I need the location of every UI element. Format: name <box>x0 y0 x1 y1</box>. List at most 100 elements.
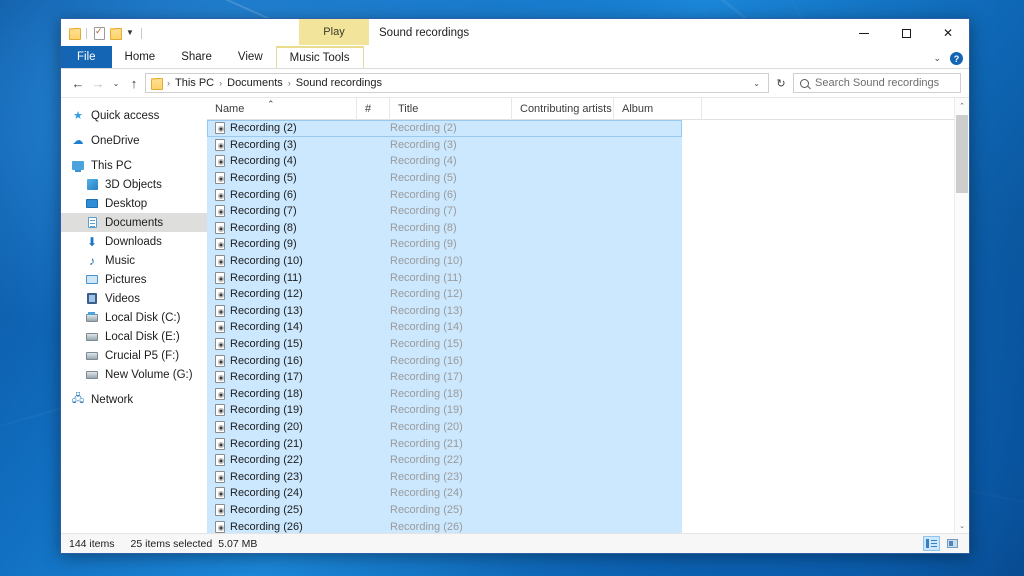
sidebar-item-this-pc[interactable]: This PC <box>61 156 207 175</box>
table-row[interactable]: Recording (9) Recording (9) <box>207 236 954 253</box>
sidebar-item-desktop[interactable]: Desktop <box>61 194 207 213</box>
table-row[interactable]: Recording (11) Recording (11) <box>207 269 954 286</box>
table-row[interactable]: Recording (18) Recording (18) <box>207 385 954 403</box>
tab-file[interactable]: File <box>61 46 112 68</box>
sidebar-item-3d-objects[interactable]: 3D Objects <box>61 175 207 194</box>
table-row[interactable]: Recording (17) Recording (17) <box>207 368 954 386</box>
table-row[interactable]: Recording (14) Recording (14) <box>207 319 954 336</box>
breadcrumb-documents[interactable]: Documents <box>227 77 283 89</box>
audio-file-icon <box>215 221 225 234</box>
chevron-down-icon[interactable]: ⌄ <box>933 53 941 64</box>
new-folder-icon[interactable] <box>109 27 122 40</box>
scrollbar-track[interactable] <box>955 113 969 518</box>
search-input[interactable]: Search Sound recordings <box>793 73 961 93</box>
documents-icon <box>85 217 99 228</box>
table-row[interactable]: Recording (10) Recording (10) <box>207 252 954 270</box>
audio-file-icon <box>215 520 225 533</box>
table-row[interactable]: Recording (4) Recording (4) <box>207 153 954 170</box>
tab-view[interactable]: View <box>225 46 276 68</box>
close-button[interactable]: ✕ <box>927 19 969 47</box>
table-row[interactable]: Recording (8) Recording (8) <box>207 219 954 237</box>
table-row[interactable]: Recording (23) Recording (23) <box>207 468 954 486</box>
folder-icon[interactable] <box>68 27 81 40</box>
breadcrumb-sound-recordings[interactable]: Sound recordings <box>296 77 382 89</box>
sidebar-item-videos[interactable]: Videos <box>61 289 207 308</box>
table-row[interactable]: Recording (2) Recording (2) <box>207 120 954 137</box>
table-row[interactable]: Recording (15) Recording (15) <box>207 335 954 353</box>
large-icons-view-button[interactable] <box>944 536 961 551</box>
column-header-title[interactable]: Title <box>390 97 512 120</box>
tab-home[interactable]: Home <box>112 46 169 68</box>
file-name-label: Recording (9) <box>230 238 297 251</box>
chevron-down-icon[interactable]: ⌄ <box>749 79 764 88</box>
cell-name: Recording (19) <box>207 404 357 417</box>
title-bar[interactable]: ▼ Play Sound recordings ✕ <box>61 19 969 47</box>
sidebar-item-quick-access[interactable]: ★ Quick access <box>61 106 207 125</box>
cell-title: Recording (12) <box>390 288 463 301</box>
tab-music-tools[interactable]: Music Tools <box>275 46 364 68</box>
file-name-label: Recording (15) <box>230 338 303 351</box>
column-header-track-number[interactable]: # <box>357 97 390 120</box>
sidebar-item-local-disk-e[interactable]: Local Disk (E:) <box>61 327 207 346</box>
scroll-up-button[interactable]: ⌃ <box>955 98 969 113</box>
column-header-name[interactable]: Name ⌃ <box>207 97 357 120</box>
table-row[interactable]: Recording (26) Recording (26) <box>207 518 954 533</box>
breadcrumb-separator[interactable]: › <box>217 78 224 88</box>
sidebar-item-local-disk-c[interactable]: Local Disk (C:) <box>61 308 207 327</box>
sidebar-item-label: This PC <box>91 159 132 172</box>
cell-name: Recording (22) <box>207 454 357 467</box>
table-row[interactable]: Recording (7) Recording (7) <box>207 202 954 220</box>
table-row[interactable]: Recording (24) Recording (24) <box>207 485 954 502</box>
maximize-button[interactable] <box>885 19 927 47</box>
sidebar-item-music[interactable]: ♪ Music <box>61 251 207 270</box>
disk-icon <box>85 332 99 341</box>
audio-file-icon <box>215 387 225 400</box>
scrollbar-thumb[interactable] <box>956 115 968 193</box>
file-name-label: Recording (6) <box>230 188 297 201</box>
file-name-label: Recording (16) <box>230 354 303 367</box>
breadcrumb-this-pc[interactable]: This PC <box>175 77 214 89</box>
refresh-icon[interactable]: ↻ <box>771 73 791 93</box>
file-name-label: Recording (18) <box>230 387 303 400</box>
address-bar[interactable]: › This PC › Documents › Sound recordings… <box>145 73 769 93</box>
table-row[interactable]: Recording (13) Recording (13) <box>207 302 954 320</box>
file-name-label: Recording (20) <box>230 420 303 433</box>
audio-file-icon <box>215 437 225 450</box>
cell-title: Recording (14) <box>390 321 463 334</box>
scroll-down-button[interactable]: ⌄ <box>955 518 969 533</box>
vertical-scrollbar[interactable]: ⌃ ⌄ <box>954 98 969 533</box>
table-row[interactable]: Recording (21) Recording (21) <box>207 435 954 452</box>
sidebar-item-crucial-p5-f[interactable]: Crucial P5 (F:) <box>61 346 207 365</box>
customize-chevron-icon[interactable]: ▼ <box>125 29 135 37</box>
breadcrumb-separator[interactable]: › <box>286 78 293 88</box>
forward-arrow-icon[interactable]: → <box>89 73 107 93</box>
table-row[interactable]: Recording (6) Recording (6) <box>207 186 954 203</box>
details-view-button[interactable] <box>923 536 940 551</box>
table-row[interactable]: Recording (3) Recording (3) <box>207 136 954 154</box>
table-row[interactable]: Recording (25) Recording (25) <box>207 501 954 519</box>
sidebar-item-new-volume-g[interactable]: New Volume (G:) <box>61 365 207 384</box>
table-row[interactable]: Recording (12) Recording (12) <box>207 285 954 303</box>
minimize-button[interactable] <box>843 19 885 47</box>
properties-icon[interactable] <box>93 25 105 40</box>
sidebar-item-documents[interactable]: Documents <box>61 213 207 232</box>
sidebar-item-onedrive[interactable]: ☁ OneDrive <box>61 131 207 150</box>
table-row[interactable]: Recording (16) Recording (16) <box>207 352 954 369</box>
table-row[interactable]: Recording (19) Recording (19) <box>207 402 954 419</box>
sidebar-item-pictures[interactable]: Pictures <box>61 270 207 289</box>
recent-locations-chevron-icon[interactable]: ⌄ <box>109 73 123 93</box>
cell-title: Recording (8) <box>390 221 457 234</box>
sidebar-item-network[interactable]: 🖧 Network <box>61 390 207 409</box>
audio-file-icon <box>215 371 225 384</box>
cell-title: Recording (13) <box>390 304 463 317</box>
sidebar-item-downloads[interactable]: ⬇ Downloads <box>61 232 207 251</box>
column-header-contributing-artists[interactable]: Contributing artists <box>512 97 614 120</box>
up-arrow-icon[interactable]: ↑ <box>125 73 143 93</box>
table-row[interactable]: Recording (22) Recording (22) <box>207 451 954 469</box>
back-arrow-icon[interactable]: ← <box>69 73 87 93</box>
table-row[interactable]: Recording (5) Recording (5) <box>207 169 954 187</box>
table-row[interactable]: Recording (20) Recording (20) <box>207 418 954 436</box>
help-icon[interactable]: ? <box>950 52 963 65</box>
tab-share[interactable]: Share <box>168 46 225 68</box>
column-header-album[interactable]: Album <box>614 97 702 120</box>
